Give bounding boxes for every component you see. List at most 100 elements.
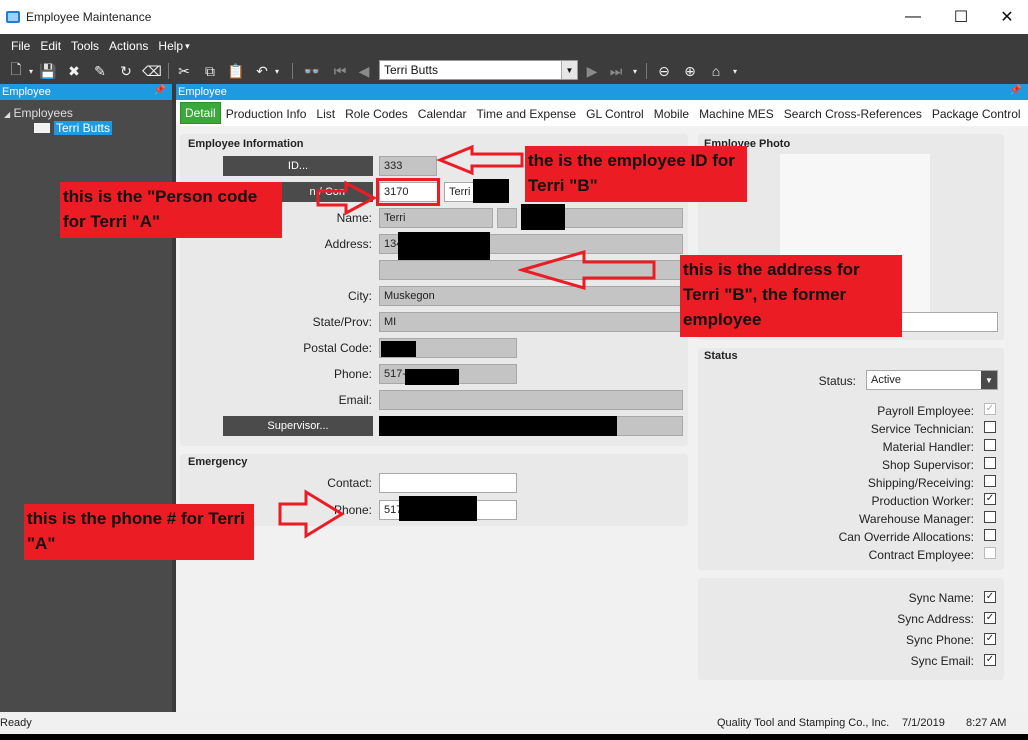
detail-panel-header: Employee 📌: [176, 84, 1028, 100]
tab-package-control[interactable]: Package Control: [927, 107, 1026, 126]
undo-edit-icon[interactable]: ✎: [90, 62, 110, 80]
sync-email-checkbox[interactable]: ✓: [984, 654, 996, 666]
address-label: Address:: [324, 237, 372, 251]
menu-bar: File Edit Tools Actions Help ▾: [0, 34, 1028, 58]
material-handler-checkbox[interactable]: [984, 439, 996, 451]
tab-gl-control[interactable]: GL Control: [581, 107, 649, 126]
sync-address-checkbox[interactable]: ✓: [984, 612, 996, 624]
employee-id-field[interactable]: 333: [379, 156, 437, 176]
state-label: State/Prov:: [312, 315, 372, 329]
back-icon[interactable]: ⊖: [654, 62, 674, 80]
sync-name-checkbox[interactable]: ✓: [984, 591, 996, 603]
shop-supervisor-checkbox[interactable]: [984, 457, 996, 469]
tree-node-employee[interactable]: Terri Butts: [34, 121, 113, 135]
tree-node-label: Terri Butts: [54, 121, 113, 135]
override-allocations-label: Can Override Allocations:: [838, 530, 974, 544]
save-icon[interactable]: 💾: [38, 62, 58, 80]
annotation-employee-id: the is the employee ID for Terri "B": [525, 146, 747, 202]
payroll-employee-label: Payroll Employee:: [877, 404, 974, 418]
menu-overflow-icon[interactable]: ▾: [185, 41, 190, 52]
middle-initial-field[interactable]: [497, 208, 517, 228]
emergency-contact-field[interactable]: [379, 473, 517, 493]
close-window-button[interactable]: ✕: [984, 0, 1028, 34]
clear-icon[interactable]: ⌫: [142, 62, 162, 80]
tab-list[interactable]: List: [311, 107, 340, 126]
delete-icon[interactable]: ✖: [64, 62, 84, 80]
tree-panel-title: Employee: [2, 86, 51, 98]
employee-selector-combo[interactable]: Terri Butts ▼: [379, 60, 578, 80]
more-dropdown-icon[interactable]: ▾: [730, 62, 740, 80]
production-worker-checkbox[interactable]: ✓: [984, 493, 996, 505]
sync-phone-label: Sync Phone:: [905, 633, 974, 647]
tab-production-info[interactable]: Production Info: [221, 107, 312, 126]
new-icon[interactable]: 🗋: [6, 61, 26, 80]
cut-icon[interactable]: ✂: [174, 62, 194, 80]
redaction-block: [379, 416, 617, 436]
contract-employee-label: Contract Employee:: [868, 548, 974, 562]
title-bar: Employee Maintenance — ☐ ✕: [0, 0, 1028, 34]
payroll-employee-checkbox[interactable]: ✓: [984, 403, 996, 415]
window-title: Employee Maintenance: [26, 10, 152, 24]
emergency-title: Emergency: [188, 456, 248, 468]
service-technician-label: Service Technician:: [870, 422, 974, 436]
last-record-icon[interactable]: ⏭: [606, 62, 626, 80]
status-dropdown[interactable]: Active ▼: [866, 370, 998, 390]
copy-icon[interactable]: ⧉: [200, 62, 220, 80]
override-allocations-checkbox[interactable]: [984, 529, 996, 541]
first-record-icon[interactable]: ⏮: [330, 62, 350, 80]
contract-employee-checkbox[interactable]: [984, 547, 996, 559]
tab-detail[interactable]: Detail: [180, 102, 221, 124]
service-technician-checkbox[interactable]: [984, 421, 996, 433]
collapse-triangle-icon[interactable]: ◢: [4, 110, 10, 119]
chevron-down-icon[interactable]: ▼: [561, 61, 577, 79]
tab-mobile[interactable]: Mobile: [649, 107, 694, 126]
menu-edit[interactable]: Edit: [40, 39, 61, 53]
tab-calendar[interactable]: Calendar: [413, 107, 472, 126]
tree-root-label: Employees: [13, 106, 73, 120]
new-dropdown-icon[interactable]: ▾: [26, 62, 36, 80]
supervisor-button[interactable]: Supervisor...: [223, 416, 373, 436]
sync-address-label: Sync Address:: [897, 612, 974, 626]
arrow-person-code: [316, 180, 378, 216]
status-time: 8:27 AM: [966, 717, 1007, 729]
first-name-field[interactable]: Terri: [379, 208, 493, 228]
undo-icon[interactable]: ↶: [252, 62, 272, 80]
paste-icon[interactable]: 📋: [226, 62, 246, 80]
postal-code-label: Postal Code:: [303, 341, 372, 355]
search-binoculars-icon[interactable]: 👓: [302, 62, 322, 80]
pin-icon[interactable]: 📌: [1010, 85, 1022, 96]
id-button[interactable]: ID...: [223, 156, 373, 176]
tab-role-codes[interactable]: Role Codes: [340, 107, 413, 126]
annotation-person-code: this is the "Person code for Terri "A": [60, 182, 282, 238]
redaction-block: [521, 204, 565, 230]
next-record-icon[interactable]: ▶: [582, 62, 602, 80]
tree-root-node[interactable]: ◢ Employees: [4, 106, 73, 120]
maximize-button[interactable]: ☐: [938, 0, 984, 34]
refresh-icon[interactable]: ↻: [116, 62, 136, 80]
home-icon[interactable]: ⌂: [706, 62, 726, 80]
employee-selector-value: Terri Butts: [384, 63, 439, 77]
warehouse-manager-checkbox[interactable]: [984, 511, 996, 523]
chevron-down-icon[interactable]: ▼: [981, 371, 997, 389]
previous-record-icon[interactable]: ◀: [354, 62, 374, 80]
minimize-button[interactable]: —: [890, 0, 936, 34]
sync-phone-checkbox[interactable]: ✓: [984, 633, 996, 645]
toolbar-separator: [168, 63, 169, 79]
menu-help[interactable]: Help: [158, 39, 183, 53]
forward-icon[interactable]: ⊕: [680, 62, 700, 80]
undo-dropdown-icon[interactable]: ▾: [272, 62, 282, 80]
menu-tools[interactable]: Tools: [71, 39, 99, 53]
menu-actions[interactable]: Actions: [109, 39, 148, 53]
redaction-block: [398, 232, 490, 260]
tab-machine-mes[interactable]: Machine MES: [694, 107, 779, 126]
email-field[interactable]: [379, 390, 683, 410]
app-icon: [6, 11, 20, 23]
tab-time-and-expense[interactable]: Time and Expense: [472, 107, 582, 126]
bottom-edge: [0, 734, 1028, 740]
nav-dropdown-icon[interactable]: ▾: [630, 62, 640, 80]
state-field[interactable]: MI: [379, 312, 683, 332]
shipping-receiving-checkbox[interactable]: [984, 475, 996, 487]
menu-file[interactable]: File: [11, 39, 30, 53]
tab-search-cross-references[interactable]: Search Cross-References: [779, 107, 927, 126]
pin-icon[interactable]: 📌: [154, 85, 166, 96]
